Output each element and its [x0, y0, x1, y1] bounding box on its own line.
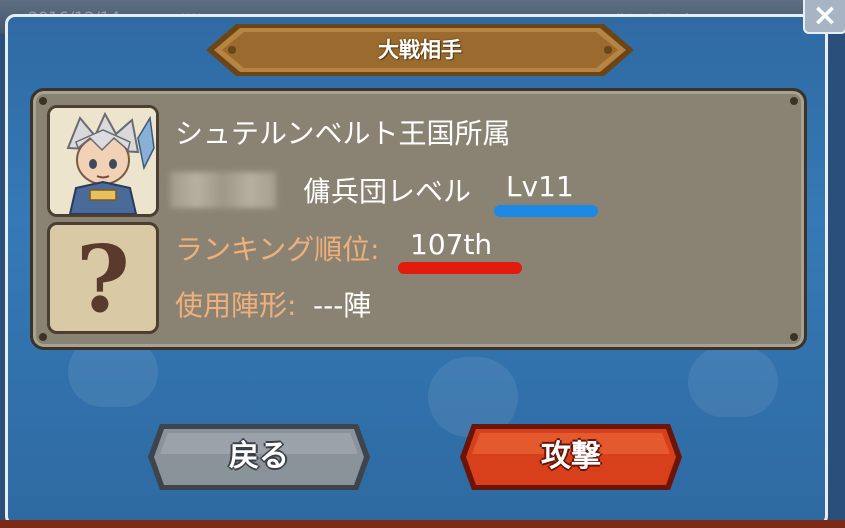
- panel-rivet: [790, 97, 798, 105]
- background-ghost-shape: [688, 347, 778, 417]
- opponent-kingdom: シュテルンベルト王国所属: [175, 117, 511, 150]
- back-button-label: 戻る: [229, 439, 289, 474]
- back-button[interactable]: 戻る: [146, 420, 372, 494]
- attack-button[interactable]: 攻撃: [458, 420, 684, 494]
- ranking-label: ランキング順位:: [175, 233, 380, 266]
- background-bottom-strip: [0, 520, 845, 528]
- ranking-value: 107th: [410, 228, 493, 261]
- dialog-title-banner: 大戦相手: [206, 20, 634, 80]
- dialog-title: 大戦相手: [378, 38, 462, 62]
- panel-rivet: [790, 333, 798, 341]
- level-highlight-underline: [494, 205, 598, 217]
- panel-rivet: [39, 333, 47, 341]
- mercenary-level-label: 傭兵団レベル: [303, 175, 472, 208]
- opponent-avatar: [47, 105, 159, 217]
- formation-label: 使用陣形:: [175, 289, 297, 322]
- question-mark-icon: ?: [76, 225, 130, 333]
- mercenary-level-value: Lv11: [506, 170, 574, 203]
- blurred-player-name: [170, 172, 276, 208]
- formation-value: ---陣: [313, 289, 372, 322]
- close-button[interactable]: ×: [803, 0, 845, 34]
- ranking-highlight-underline: [398, 262, 522, 274]
- unknown-formation-box: ?: [47, 222, 159, 334]
- panel-rivet: [39, 97, 47, 105]
- character-portrait-icon: [50, 108, 156, 214]
- close-icon: ×: [812, 0, 838, 33]
- attack-button-label: 攻撃: [541, 439, 601, 474]
